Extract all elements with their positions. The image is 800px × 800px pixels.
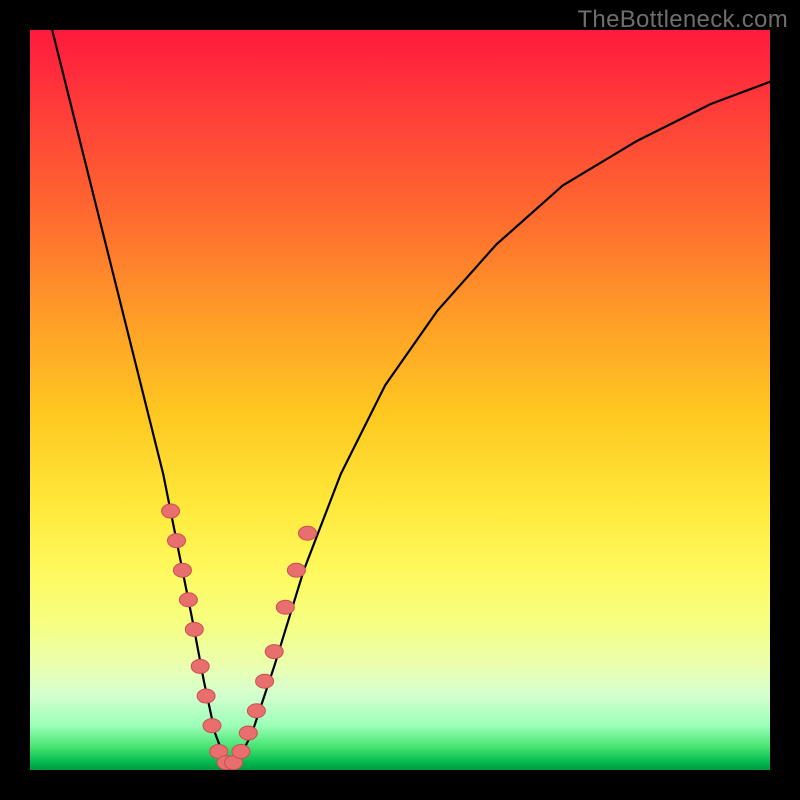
curve-marker	[265, 645, 283, 659]
curve-marker	[191, 659, 209, 673]
curve-marker	[203, 719, 221, 733]
curve-marker	[179, 593, 197, 607]
bottleneck-curve	[52, 30, 770, 763]
curve-marker	[239, 726, 257, 740]
chart-frame: TheBottleneck.com	[0, 0, 800, 800]
curve-marker	[287, 563, 305, 577]
curve-marker	[276, 600, 294, 614]
curve-marker	[168, 534, 186, 548]
curve-marker	[173, 563, 191, 577]
curve-marker	[197, 689, 215, 703]
curve-marker	[247, 704, 265, 718]
curve-marker	[185, 622, 203, 636]
curve-markers	[162, 504, 317, 770]
curve-layer	[30, 30, 770, 770]
curve-marker	[299, 526, 317, 540]
plot-area	[30, 30, 770, 770]
curve-marker	[162, 504, 180, 518]
curve-marker	[256, 674, 274, 688]
curve-marker	[232, 745, 250, 759]
